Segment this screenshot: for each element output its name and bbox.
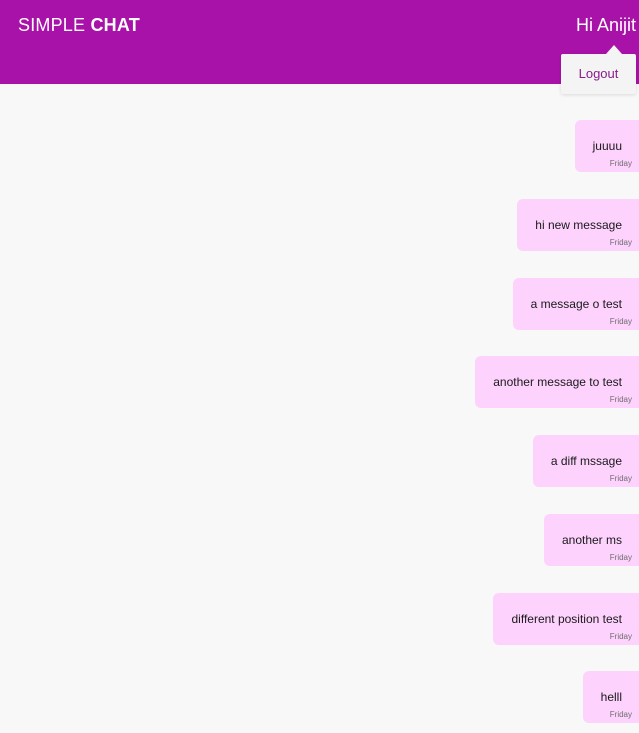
app-logo: SIMPLE CHAT [18,14,140,36]
user-greeting[interactable]: Hi Anijit [576,14,636,36]
message-timestamp: Friday [609,474,632,483]
message-bubble: juuuu Friday [574,120,639,172]
chat-app: SIMPLE CHAT Hi Anijit Logout juuuu Frida… [0,0,639,733]
brand-bold-text: CHAT [90,15,140,35]
message-list: juuuu Friday hi new message Friday a mes… [0,84,639,733]
message-text: different position test [511,612,622,626]
message-bubble: a diff mssage Friday [532,435,639,487]
message-text: a diff mssage [550,454,622,468]
message-text: juuuu [592,139,622,153]
message-bubble: another ms Friday [543,514,639,566]
message-timestamp: Friday [609,553,632,562]
message-text: a message o test [530,297,622,311]
menu-caret-icon [606,45,622,54]
message-timestamp: Friday [609,159,632,168]
message-text: another ms [561,533,622,547]
message-text: hi new message [535,218,622,232]
message-bubble: helll Friday [582,671,639,723]
message-bubble: hi new message Friday [517,199,639,251]
message-bubble: another message to test Friday [475,356,639,408]
message-timestamp: Friday [609,632,632,641]
brand-light-text: SIMPLE [18,15,91,35]
message-text: helll [600,690,622,704]
app-header: SIMPLE CHAT Hi Anijit [0,0,639,84]
message-text: another message to test [493,375,622,389]
message-timestamp: Friday [609,238,632,247]
message-timestamp: Friday [609,710,632,719]
message-timestamp: Friday [609,317,632,326]
message-bubble: a message o test Friday [512,278,639,330]
logout-button[interactable]: Logout [561,54,636,94]
message-timestamp: Friday [609,395,632,404]
message-bubble: different position test Friday [493,593,639,645]
